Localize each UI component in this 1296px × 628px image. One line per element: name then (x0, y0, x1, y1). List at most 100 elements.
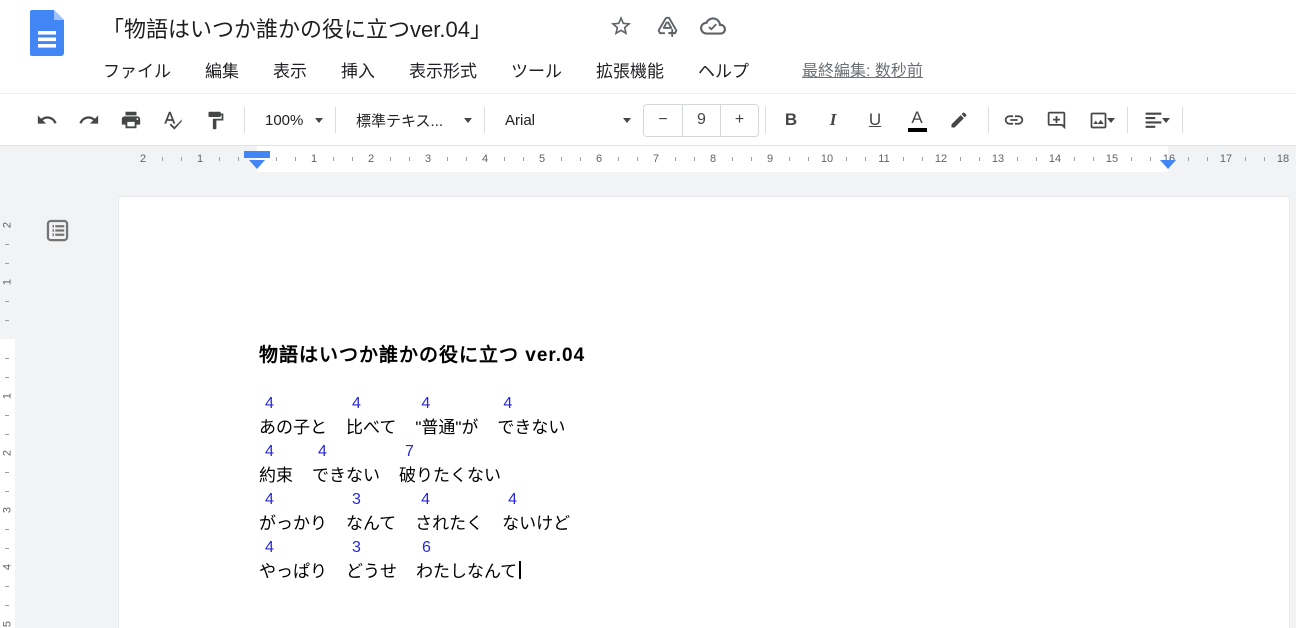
beat-count: 4 (415, 488, 483, 512)
document-title[interactable]: 「物語はいつか誰かの役に立つver.04」 (102, 12, 492, 44)
ruler-tick (5, 529, 9, 530)
ruler-number: 8 (710, 146, 716, 172)
lyric-line: 4あの子と4比べて4"普通"が4できない (259, 392, 570, 440)
ruler-number: 5 (539, 146, 545, 172)
star-icon[interactable] (608, 13, 634, 39)
menu-item[interactable]: 拡張機能 (587, 53, 673, 86)
last-edit-link[interactable]: 最終編集: 数秒前 (802, 57, 923, 81)
menu-item[interactable]: ヘルプ (689, 53, 758, 86)
undo-button[interactable] (32, 105, 62, 135)
lyric-segment: 4やっぱり (259, 536, 327, 584)
ruler-number: 3 (1, 503, 15, 518)
underline-button[interactable]: U (860, 105, 890, 135)
beat-count: 4 (312, 440, 380, 464)
ruler-tick (979, 157, 980, 161)
menu-item[interactable]: 編集 (196, 53, 248, 86)
beat-count: 4 (497, 392, 565, 416)
insert-image-dropdown-icon[interactable] (1107, 118, 1115, 123)
menu-item[interactable]: 挿入 (332, 53, 384, 86)
ruler-number: 2 (1, 218, 15, 233)
document-page[interactable]: 物語はいつか誰かの役に立つ ver.04 4あの子と4比べて4"普通"が4できな… (118, 196, 1290, 628)
lyric-word: なんて (346, 512, 396, 536)
document-outline-button[interactable] (44, 217, 71, 244)
menu-bar: ファイル編集表示挿入表示形式ツール拡張機能ヘルプ 最終編集: 数秒前 (94, 52, 923, 86)
ruler-tick (675, 157, 676, 161)
right-indent-marker[interactable] (1160, 160, 1176, 169)
highlight-color-button[interactable] (944, 105, 974, 135)
lyric-segment: 4あの子と (259, 392, 327, 440)
toolbar-divider (1127, 107, 1128, 133)
italic-button[interactable]: I (818, 105, 848, 135)
ruler-tick (5, 491, 9, 492)
ruler-number: 1 (197, 146, 203, 172)
increase-font-size-button[interactable]: + (720, 105, 758, 136)
toolbar-divider (335, 107, 336, 133)
bold-button[interactable]: B (776, 105, 806, 135)
cloud-saved-icon[interactable] (700, 13, 726, 39)
ruler-number: 2 (140, 146, 146, 172)
menu-item[interactable]: 表示 (264, 53, 316, 86)
paragraph-style-select[interactable]: 標準テキス... (346, 104, 482, 136)
font-size-control: − 9 + (643, 104, 759, 137)
ruler-tick (504, 157, 505, 161)
left-indent-marker[interactable] (249, 160, 265, 169)
lyric-word: "普通"が (415, 416, 478, 440)
menu-item[interactable]: ツール (502, 53, 571, 86)
font-size-value[interactable]: 9 (682, 105, 720, 136)
text-color-button[interactable]: A (902, 105, 932, 135)
chevron-down-icon (464, 118, 472, 123)
menu-item[interactable]: 表示形式 (400, 53, 486, 86)
lyric-word: あの子と (259, 416, 327, 440)
redo-button[interactable] (74, 105, 104, 135)
ruler-number: 6 (596, 146, 602, 172)
font-family-select[interactable]: Arial (495, 104, 641, 136)
vertical-ruler[interactable]: 2112345 (0, 172, 15, 628)
ruler-number: 2 (1, 446, 15, 461)
decrease-font-size-button[interactable]: − (644, 105, 682, 136)
header: 「物語はいつか誰かの役に立つver.04」 ファイル編集表示挿入表示形式ツール拡… (0, 0, 1296, 94)
ruler-tick (5, 472, 9, 473)
toolbar-divider (765, 107, 766, 133)
lyric-word: できない (497, 416, 565, 440)
ruler-tick (618, 157, 619, 161)
lyric-line: 4約束4できない7破りたくない (259, 440, 570, 488)
ruler-tick (5, 548, 9, 549)
lyric-segment: 4されたく (415, 488, 483, 536)
menu-item[interactable]: ファイル (94, 53, 180, 86)
beat-count: 4 (415, 392, 478, 416)
print-button[interactable] (116, 105, 146, 135)
beat-count: 4 (259, 488, 327, 512)
paint-format-button[interactable] (200, 105, 230, 135)
lyric-segment: 6わたしなんて (416, 536, 521, 584)
lyric-segment: 4がっかり (259, 488, 327, 536)
lyric-word: 約束 (259, 464, 293, 488)
lyric-segment: 3どうせ (346, 536, 397, 584)
ruler-tick (580, 157, 581, 161)
add-comment-button[interactable] (1041, 105, 1071, 135)
toolbar-divider (1182, 107, 1183, 133)
ruler-number: 15 (1106, 146, 1118, 172)
first-line-indent-marker[interactable] (244, 151, 270, 158)
docs-logo-icon[interactable] (30, 10, 64, 56)
ruler-tick (1036, 157, 1037, 161)
insert-link-button[interactable] (999, 105, 1029, 135)
move-to-folder-icon[interactable] (654, 13, 680, 39)
lyric-segment: 4"普通"が (415, 392, 478, 440)
spellcheck-button[interactable] (158, 105, 188, 135)
ruler-number: 10 (821, 146, 833, 172)
ruler-number: 3 (425, 146, 431, 172)
ruler-tick (1074, 157, 1075, 161)
ruler-number: 9 (767, 146, 773, 172)
ruler-tick (5, 320, 9, 321)
lyric-word: わたしなんて (416, 560, 521, 584)
align-dropdown-icon[interactable] (1162, 118, 1170, 123)
ruler-tick (5, 358, 9, 359)
ruler-number: 14 (1049, 146, 1061, 172)
horizontal-ruler[interactable]: 21123456789101112131415161718 (0, 146, 1296, 172)
ruler-number: 4 (1, 560, 15, 575)
ruler-tick (219, 157, 220, 161)
toolbar-divider (988, 107, 989, 133)
zoom-select[interactable]: 100% (255, 104, 333, 136)
ruler-number: 18 (1277, 146, 1289, 172)
ruler-tick (295, 157, 296, 161)
